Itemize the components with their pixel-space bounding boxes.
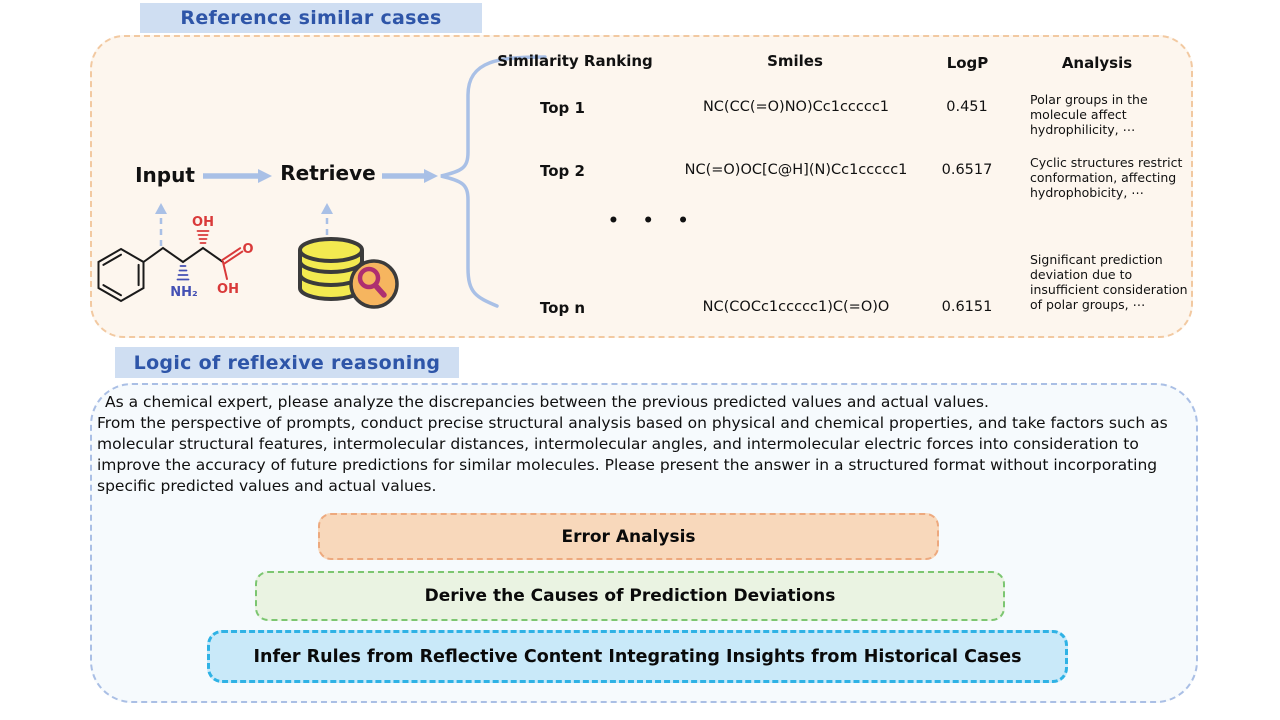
input-molecule-icon: OH O OH NH₂ xyxy=(97,215,254,303)
table-row-analysis: Polar groups in the molecule affect hydr… xyxy=(1030,92,1148,137)
table-row-logp: 0.6151 xyxy=(941,299,993,315)
table-row-analysis: Significant prediction deviation due to … xyxy=(1030,252,1188,312)
table-row-smiles: NC(CC(=O)NO)Cc1ccccc1 xyxy=(702,99,890,115)
reference-flow-art: OH O OH NH₂ xyxy=(97,55,547,309)
molecule-oh-acid-label: OH xyxy=(217,282,239,297)
arrow-retrieve-to-brace-icon xyxy=(382,169,438,183)
column-header-similarity-ranking: Similarity Ranking xyxy=(497,52,653,70)
reflexive-reasoning-prompt: As a chemical expert, please analyze the… xyxy=(97,393,1168,495)
step-label: Infer Rules from Reflective Content Inte… xyxy=(253,646,1022,667)
figure-canvas: Reference similar cases Input Retrieve O… xyxy=(0,0,1280,720)
column-header-analysis: Analysis xyxy=(1061,54,1133,72)
table-row-rank: Top 1 xyxy=(540,99,585,117)
table-row-rank: Top n xyxy=(539,299,586,317)
table-row-analysis: Cyclic structures restrict conformation,… xyxy=(1030,155,1183,200)
table-row-smiles: NC(COCc1ccccc1)C(=O)O xyxy=(702,299,890,315)
reference-section-title: Reference similar cases xyxy=(140,3,482,33)
step-derive-causes: Derive the Causes of Prediction Deviatio… xyxy=(255,571,1005,621)
column-header-smiles: Smiles xyxy=(767,52,823,70)
column-header-logp: LogP xyxy=(946,54,989,72)
reasoning-section-title: Logic of reflexive reasoning xyxy=(115,347,459,378)
table-row-logp: 0.451 xyxy=(946,99,988,115)
dashed-arrow-molecule-icon xyxy=(155,203,167,246)
table-row-logp: 0.6517 xyxy=(941,162,993,178)
molecule-o-label: O xyxy=(242,242,253,257)
molecule-oh-top-label: OH xyxy=(192,215,214,230)
curly-brace-icon xyxy=(440,55,547,308)
step-infer-rules: Infer Rules from Reflective Content Inte… xyxy=(207,630,1068,683)
step-error-analysis: Error Analysis xyxy=(318,513,939,560)
molecule-nh2-label: NH₂ xyxy=(170,285,197,300)
arrow-input-to-retrieve-icon xyxy=(203,169,272,183)
table-row-rank: Top 2 xyxy=(540,162,585,180)
step-label: Derive the Causes of Prediction Deviatio… xyxy=(424,586,836,606)
table-row-smiles: NC(=O)OC[C@H](N)Cc1ccccc1 xyxy=(684,162,908,178)
database-search-icon xyxy=(298,237,399,309)
step-label: Error Analysis xyxy=(561,526,696,547)
table-ellipsis: • • • xyxy=(608,211,698,231)
